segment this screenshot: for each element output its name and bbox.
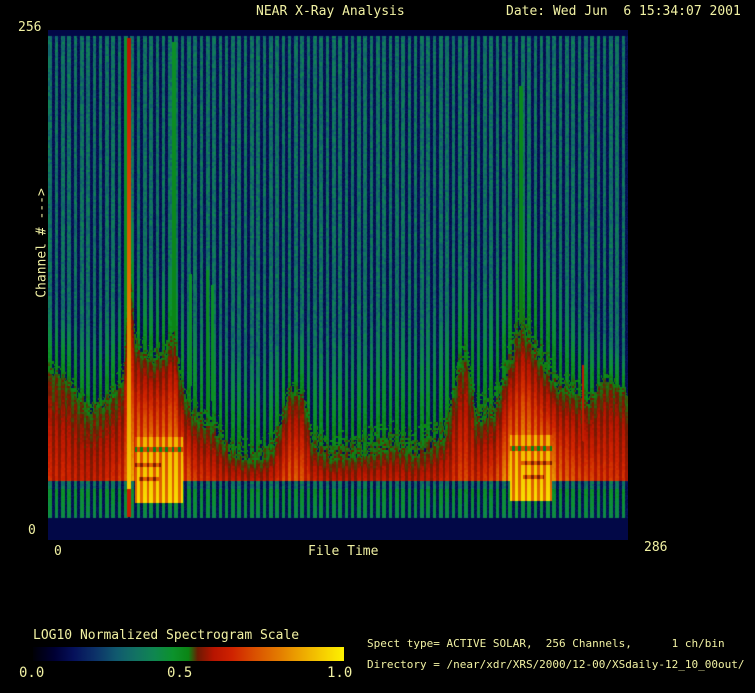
colorbar-tick-min: 0.0 <box>19 666 44 680</box>
date-label: Date: Wed Jun 6 15:34:07 2001 <box>506 5 741 18</box>
x-axis-min-tick: 0 <box>54 545 62 558</box>
colorbar-gradient <box>33 647 344 661</box>
colorbar-tick-max: 1.0 <box>327 666 352 680</box>
x-axis-label: File Time <box>308 545 378 558</box>
colorbar-label: LOG10 Normalized Spectrogram Scale <box>33 629 299 642</box>
spect-type-line: Spect type= ACTIVE SOLAR, 256 Channels, … <box>367 638 725 649</box>
y-axis-min-tick: 0 <box>28 524 36 537</box>
y-axis-max-tick: 256 <box>18 21 41 34</box>
page-title: NEAR X-Ray Analysis <box>256 5 405 18</box>
directory-line: Directory = /near/xdr/XRS/2000/12-00/XSd… <box>367 659 745 670</box>
x-axis-max-tick: 286 <box>644 541 667 554</box>
spectrogram-canvas <box>48 30 628 540</box>
app-window: NEAR X-Ray Analysis Date: Wed Jun 6 15:3… <box>0 0 755 693</box>
colorbar-tick-mid: 0.5 <box>167 666 192 680</box>
